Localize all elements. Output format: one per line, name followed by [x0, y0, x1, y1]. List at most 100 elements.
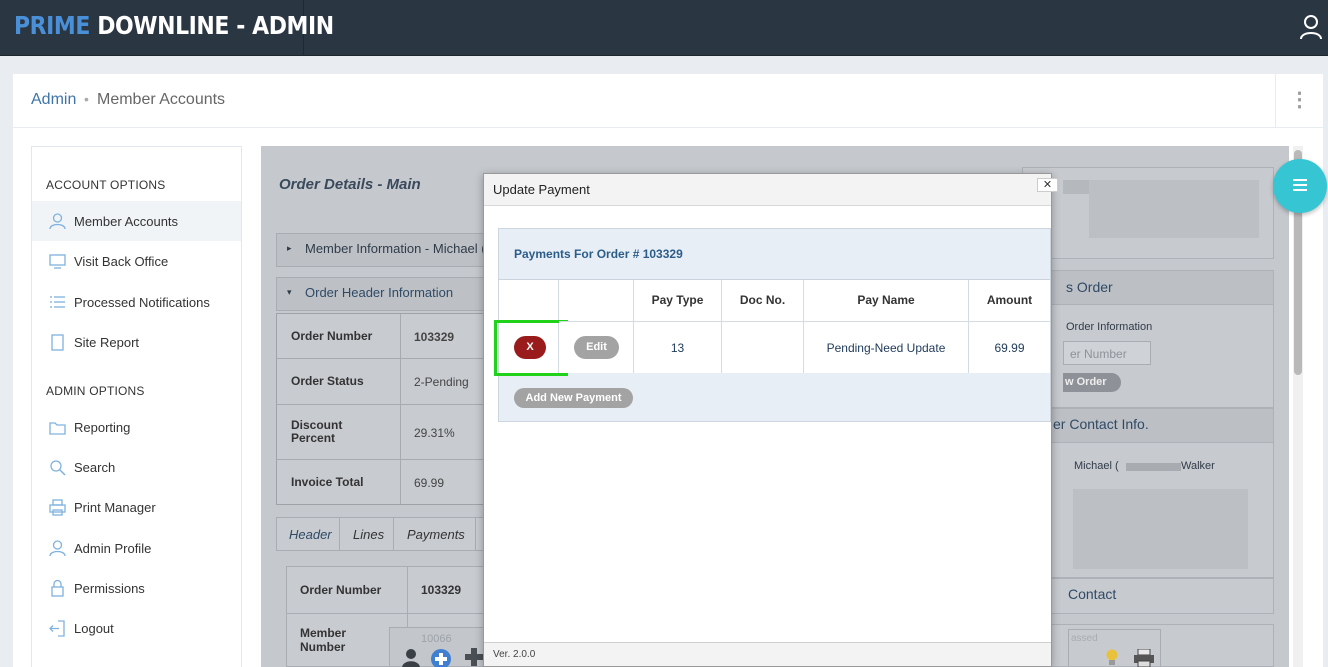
modal-title: Update Payment [493, 182, 590, 197]
sidebar-item-visit-back-office[interactable]: Visit Back Office [32, 241, 241, 281]
lock-icon [51, 580, 64, 597]
discount-percent-label: Discount Percent [291, 418, 343, 445]
sidebar-item-label: Logout [74, 621, 114, 636]
invoice-total-value: 69.99 [414, 476, 445, 490]
logo-downline-admin: DOWNLINE - ADMIN [97, 11, 334, 40]
app-logo[interactable]: PRIME DOWNLINE - ADMIN [14, 11, 334, 40]
member-number-value: 10066 [421, 633, 452, 645]
document-icon [51, 334, 64, 351]
order-status-value: 2-Pending [414, 375, 469, 389]
sidebar-item-reporting[interactable]: Reporting [32, 407, 241, 447]
tab-lines[interactable]: Lines [353, 527, 384, 542]
sidebar-item-label: Search [74, 460, 116, 475]
logo-prime: PRIME [14, 11, 90, 40]
add-new-payment-button[interactable]: Add New Payment [514, 388, 633, 408]
panel-header: er Contact Info. [1023, 409, 1273, 443]
invoice-total-label: Invoice Total [291, 475, 364, 489]
tab-divider [339, 518, 340, 550]
redacted-block [1089, 180, 1259, 238]
sidebar: ACCOUNT OPTIONS Member Accounts Visit Ba… [31, 146, 242, 667]
breadcrumb-separator: • [84, 91, 89, 107]
breadcrumb-admin-link[interactable]: Admin [31, 91, 76, 109]
order-header-panel[interactable]: ▾ Order Header Information [276, 277, 486, 311]
payments-subtitle: Payments For Order # 103329 [514, 247, 683, 261]
tab-header[interactable]: Header [289, 527, 332, 542]
sidebar-item-label: Visit Back Office [74, 254, 169, 269]
sidebar-item-print-manager[interactable]: Print Manager [32, 487, 241, 527]
column-header-amount: Amount [969, 280, 1050, 321]
contact-name-first: Michael ( [1074, 460, 1119, 472]
edit-cell: Edit [559, 321, 634, 373]
printer-icon [49, 499, 66, 516]
detail-order-number-value: 103329 [421, 583, 462, 597]
sidebar-item-label: Admin Profile [74, 541, 152, 556]
tab-payments[interactable]: Payments [407, 527, 465, 542]
member-avatar-icon[interactable] [400, 648, 422, 667]
list-icon [50, 296, 65, 308]
table-row: Discount Percent 29.31% [277, 405, 485, 460]
breadcrumb: Admin • Member Accounts ⋮ [13, 74, 1323, 128]
tab-divider [475, 518, 476, 550]
collapse-arrow-icon: ▾ [287, 287, 292, 297]
sidebar-item-admin-profile[interactable]: Admin Profile [32, 528, 241, 568]
version-label: Ver. 2.0.0 [493, 649, 536, 660]
order-search-panel: s Order Order Information er Number w Or… [1022, 270, 1274, 408]
breadcrumb-current: Member Accounts [97, 91, 226, 108]
sidebar-item-permissions[interactable]: Permissions [32, 568, 241, 608]
order-status-label: Order Status [291, 374, 364, 388]
modal-header: Update Payment ✕ [484, 174, 1058, 206]
printer-icon[interactable] [1133, 649, 1155, 667]
sidebar-section-admin-options: ADMIN OPTIONS [46, 384, 145, 398]
contact-title: Contact [1068, 586, 1117, 602]
delete-payment-button[interactable]: X [514, 336, 546, 359]
sidebar-item-logout[interactable]: Logout [32, 608, 241, 648]
pay-type-cell: 13 [634, 321, 722, 373]
payments-table: Pay Type Doc No. Pay Name Amount X Edit … [494, 279, 1050, 376]
sidebar-item-label: Reporting [74, 420, 131, 435]
panel-header: s Order [1023, 271, 1273, 305]
sidebar-item-label: Processed Notifications [74, 295, 210, 310]
sidebar-item-member-accounts[interactable]: Member Accounts [32, 201, 241, 241]
add-circle-icon[interactable] [430, 648, 452, 667]
modal-footer: Ver. 2.0.0 [484, 642, 1051, 666]
table-row: Order Status 2-Pending [277, 359, 485, 405]
sidebar-item-label: Member Accounts [74, 214, 179, 229]
order-number-input[interactable]: er Number [1063, 341, 1151, 365]
sidebar-item-label: Print Manager [74, 500, 156, 515]
sidebar-item-search[interactable]: Search [32, 447, 241, 487]
scrollbar[interactable] [1293, 146, 1303, 667]
order-number-value: 103329 [414, 330, 455, 344]
edit-payment-button[interactable]: Edit [574, 336, 619, 359]
contact-panel: Contact [1022, 578, 1274, 614]
page-title: Order Details - Main [279, 176, 421, 193]
quick-menu-button[interactable] [1273, 159, 1327, 213]
lightbulb-icon[interactable] [1105, 649, 1119, 667]
delete-cell: X [494, 320, 568, 376]
hamburger-icon [1293, 189, 1307, 191]
order-header-label: Order Header Information [305, 285, 454, 300]
member-information-panel[interactable]: ▸ Member Information - Michael (D [276, 233, 495, 267]
table-row: Invoice Total 69.99 [277, 460, 485, 504]
hamburger-icon [1293, 179, 1307, 181]
plus-icon[interactable] [465, 648, 483, 666]
sidebar-item-site-report[interactable]: Site Report [32, 322, 241, 362]
user-menu-icon[interactable] [1300, 14, 1322, 40]
order-tabs: Header Lines Payments [276, 517, 486, 551]
redacted-block [1073, 489, 1248, 569]
detail-order-number-label: Order Number [300, 583, 382, 597]
folder-icon [49, 422, 66, 435]
discount-percent-value: 29.31% [414, 426, 455, 440]
tab-divider [393, 518, 394, 550]
column-header-edit [559, 280, 634, 321]
order-information-label: Order Information [1066, 321, 1153, 333]
sidebar-item-processed-notifications[interactable]: Processed Notifications [32, 282, 241, 322]
view-order-button[interactable]: w Order [1063, 373, 1121, 392]
close-icon[interactable]: ✕ [1037, 178, 1058, 192]
contact-info-title: er Contact Info. [1053, 416, 1149, 432]
search-icon [50, 460, 66, 476]
sidebar-item-label: Site Report [74, 335, 140, 350]
contact-name-last: Walker [1181, 460, 1215, 472]
logo-area: PRIME DOWNLINE - ADMIN [0, 0, 334, 56]
more-options-icon[interactable]: ⋮ [1275, 74, 1323, 128]
update-payment-modal: Update Payment ✕ Payments For Order # 10… [483, 173, 1058, 667]
